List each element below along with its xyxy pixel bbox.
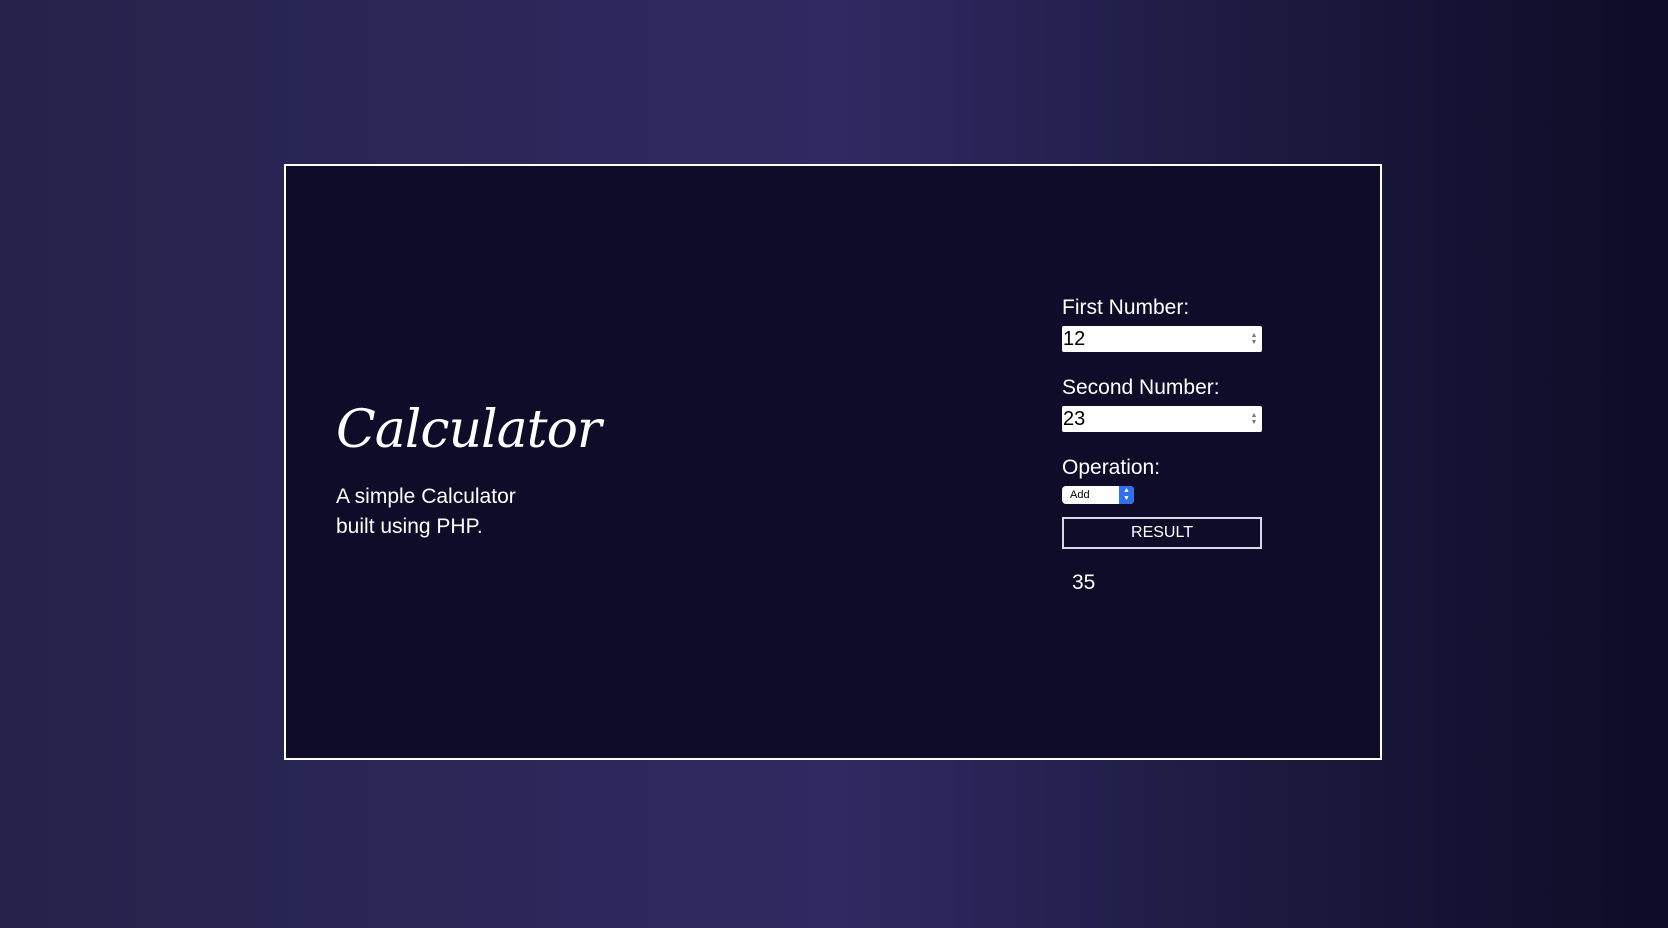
result-value: 35 [1072,571,1096,594]
intro-section: Calculator A simple Calculator built usi… [336,400,602,542]
up-down-spinner-icon[interactable]: ▲ ▼ [1250,412,1258,426]
result-button[interactable]: RESULT [1062,517,1262,549]
page-title: Calculator [336,400,602,460]
first-number-label: First Number: [1062,296,1190,319]
second-number-input[interactable] [1062,406,1240,432]
second-number-field[interactable]: ▲▼ [1062,406,1262,432]
operation-selected-value: Add [1070,489,1090,501]
first-number-field[interactable]: ▲▼ [1062,326,1262,352]
operation-select[interactable]: Add ▲ ▼ [1062,486,1134,504]
up-down-spinner-icon[interactable]: ▲ ▼ [1250,332,1258,346]
first-number-input[interactable] [1062,326,1240,352]
calculator-form: First Number: ▲▼ Second Number: ▲▼ Opera… [1062,296,1262,595]
chevron-up-down-icon[interactable]: ▲ ▼ [1119,486,1134,504]
operation-label: Operation: [1062,456,1161,479]
calculator-card: Calculator A simple Calculator built usi… [284,164,1382,760]
second-number-label: Second Number: [1062,376,1220,399]
page-subtitle: A simple Calculator built using PHP. [336,485,516,538]
